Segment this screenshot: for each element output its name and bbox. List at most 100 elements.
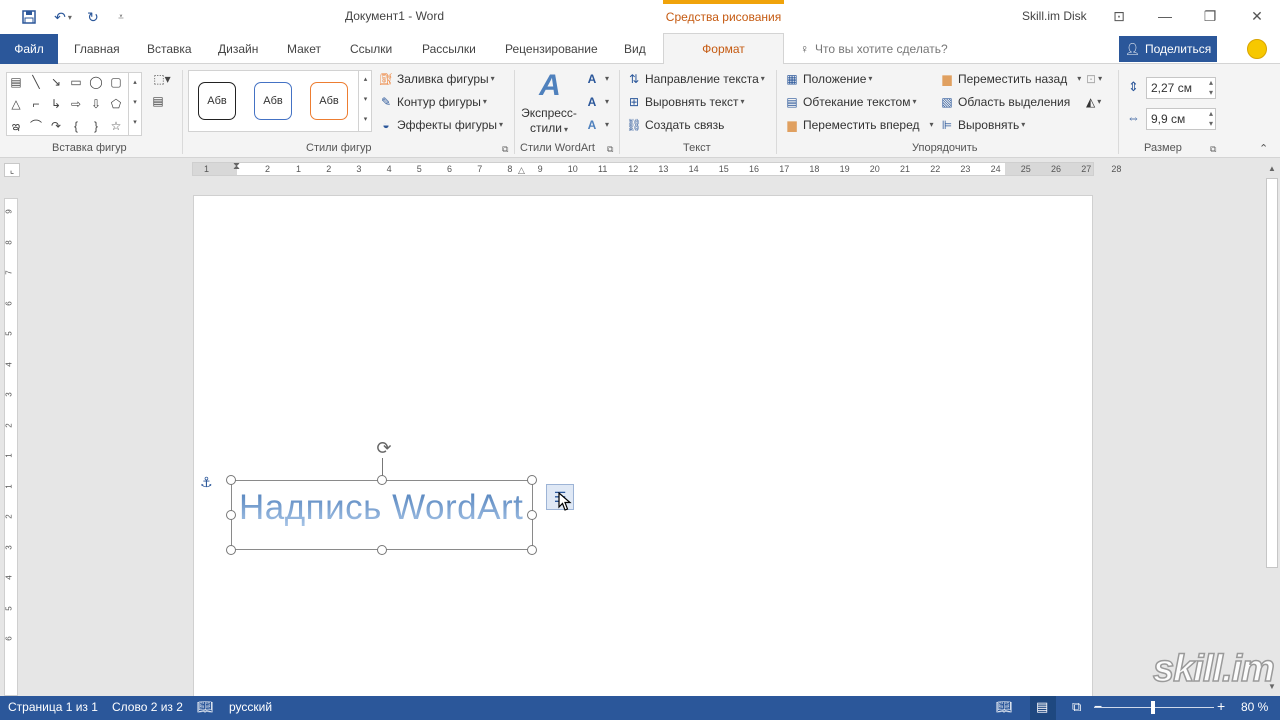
customize-qat-icon[interactable]: ⩡ — [114, 7, 128, 27]
redo-icon[interactable]: ↻ — [84, 7, 102, 27]
shape-width-input[interactable]: 9,9 см — [1146, 108, 1216, 130]
arrow-line-shape-icon[interactable]: ↘ — [49, 75, 63, 89]
tab-home[interactable]: Главная — [74, 34, 120, 64]
dialog-launcher-icon[interactable]: ⧉ — [502, 144, 508, 155]
position-button[interactable]: ▦ Положение ▾ — [784, 69, 872, 89]
language-indicator[interactable]: русский — [229, 700, 272, 714]
resize-handle-top-right[interactable] — [527, 475, 537, 485]
triangle-shape-icon[interactable]: △ — [9, 97, 23, 111]
resize-handle-bottom-right[interactable] — [527, 545, 537, 555]
minimize-icon[interactable]: — — [1153, 5, 1177, 27]
scrollbar-thumb[interactable] — [1266, 178, 1278, 568]
rectangle-shape-icon[interactable]: ▭ — [69, 75, 83, 89]
resize-handle-top[interactable] — [377, 475, 387, 485]
horizontal-ruler[interactable]: 1 2 1 2 3 4 5 6 7 8 9 10 11 12 13 14 15 16 17 18 19 20 21 22 23 2… — [192, 161, 1121, 176]
text-direction-button[interactable]: ⇅ Направление текста ▾ — [626, 69, 765, 89]
vertical-ruler[interactable]: 9 8 7 6 5 4 3 2 1 1 2 3 4 5 6 — [4, 198, 18, 696]
right-arrow-shape-icon[interactable]: ⇨ — [69, 97, 83, 111]
text-fill-button[interactable]: A ▾ — [584, 69, 609, 89]
text-outline-button[interactable]: A ▾ — [584, 92, 609, 112]
web-layout-icon[interactable]: ⧉ — [1072, 699, 1081, 715]
shapes-gallery-scroll[interactable]: ▴ ▾ ▾ — [128, 73, 141, 135]
resize-handle-bottom-left[interactable] — [226, 545, 236, 555]
dialog-launcher-icon[interactable]: ⧉ — [607, 144, 613, 155]
oval-shape-icon[interactable]: ◯ — [89, 75, 103, 89]
close-icon[interactable]: ✕ — [1245, 5, 1269, 27]
page-indicator[interactable]: Страница 1 из 1 — [8, 700, 98, 714]
shape-style-black[interactable]: Абв — [198, 82, 236, 120]
elbow-arrow-icon[interactable]: ↳ — [49, 97, 63, 111]
resize-handle-top-left[interactable] — [226, 475, 236, 485]
edit-shape-icon[interactable]: ⬚▾ — [150, 72, 174, 86]
bring-forward-button[interactable]: ▆ Переместить вперед ▾ — [784, 115, 933, 135]
right-brace-icon[interactable]: } — [89, 119, 103, 133]
dialog-launcher-icon[interactable]: ⧉ — [1210, 144, 1216, 155]
wordart-express-styles-icon[interactable]: A — [534, 70, 566, 102]
tab-references[interactable]: Ссылки — [350, 34, 392, 64]
tab-view[interactable]: Вид — [624, 34, 646, 64]
freeform-shape-icon[interactable]: ఇ — [9, 119, 23, 133]
arc-shape-icon[interactable]: ⌒ — [29, 119, 43, 133]
shape-outline-button[interactable]: ✎ Контур фигуры ▾ — [378, 92, 487, 112]
selection-pane-button[interactable]: ▧ Область выделения — [939, 92, 1070, 112]
tab-insert[interactable]: Вставка — [147, 34, 192, 64]
star-shape-icon[interactable]: ☆ — [109, 119, 123, 133]
shape-effects-button[interactable]: ◒ Эффекты фигуры ▾ — [378, 115, 503, 135]
zoom-level[interactable]: 80 % — [1241, 700, 1268, 714]
feedback-smiley-icon[interactable] — [1247, 39, 1267, 59]
draw-textbox-icon[interactable]: ▤ — [150, 94, 166, 108]
share-button[interactable]: 👤︎ Поделиться — [1119, 36, 1217, 62]
shape-style-blue[interactable]: Абв — [254, 82, 292, 120]
wrap-text-button[interactable]: ▤ Обтекание текстом ▾ — [784, 92, 916, 112]
elbow-connector-icon[interactable]: ⌐ — [29, 97, 43, 111]
zoom-in-icon[interactable]: + — [1217, 698, 1225, 714]
express-styles-button[interactable]: Экспресс-стили ▾ — [520, 106, 578, 137]
zoom-out-icon[interactable]: − — [1094, 698, 1102, 714]
rounded-rect-shape-icon[interactable]: ▢ — [109, 75, 123, 89]
align-button[interactable]: ⊫ Выровнять ▾ — [939, 115, 1025, 135]
shapes-gallery[interactable]: ▤ ╲ ↘ ▭ ◯ ▢ △ ⌐ ↳ ⇨ ⇩ ⬠ ఇ ⌒ ↷ { } ☆ ▴ ▾ ▾ — [6, 72, 142, 136]
account-name[interactable]: Skill.im Disk — [1022, 9, 1087, 23]
tab-review[interactable]: Рецензирование — [505, 34, 598, 64]
tab-mailings[interactable]: Рассылки — [422, 34, 476, 64]
word-count[interactable]: Слово 2 из 2 — [112, 700, 183, 714]
shape-style-orange[interactable]: Абв — [310, 82, 348, 120]
tab-selector[interactable]: ⌞ — [4, 163, 20, 177]
resize-handle-right[interactable] — [527, 510, 537, 520]
send-backward-button[interactable]: ▆ Переместить назад ▾ — [939, 69, 1081, 89]
save-icon[interactable] — [20, 7, 38, 27]
group-objects-icon[interactable]: ⊡ ▾ — [1086, 69, 1102, 89]
proofing-icon[interactable]: 📖︎ — [197, 699, 214, 715]
undo-icon[interactable]: ↶ ▾ — [48, 7, 78, 27]
rotate-handle-icon[interactable]: ⟳ — [373, 437, 395, 459]
down-arrow-shape-icon[interactable]: ⇩ — [89, 97, 103, 111]
create-link-button[interactable]: ⛓︎ Создать связь — [626, 115, 724, 135]
tab-layout[interactable]: Макет — [287, 34, 321, 64]
zoom-slider-thumb[interactable] — [1151, 701, 1155, 714]
tab-design[interactable]: Дизайн — [218, 34, 258, 64]
line-shape-icon[interactable]: ╲ — [29, 75, 43, 89]
scroll-up-icon[interactable]: ▲ — [1268, 164, 1276, 173]
collapse-ribbon-icon[interactable]: ⌃ — [1259, 142, 1268, 155]
align-text-button[interactable]: ⊞ Выровнять текст ▾ — [626, 92, 745, 112]
tab-file[interactable]: Файл — [0, 34, 58, 64]
tab-format[interactable]: Формат — [663, 33, 784, 65]
right-indent-marker-icon[interactable]: △ — [518, 165, 525, 176]
read-mode-icon[interactable]: 📖︎ — [996, 699, 1013, 715]
shape-height-input[interactable]: 2,27 см — [1146, 77, 1216, 99]
shape-fill-button[interactable]: ⛽︎ Заливка фигуры ▾ — [378, 69, 494, 89]
left-brace-icon[interactable]: { — [69, 119, 83, 133]
wordart-text[interactable]: Надпись WordArt — [239, 488, 523, 528]
ribbon-display-options-icon[interactable]: ⊡ — [1107, 5, 1131, 27]
vertical-scrollbar[interactable]: ▲ ▼ — [1264, 160, 1280, 696]
text-effects-button[interactable]: A ▾ — [584, 115, 609, 135]
print-layout-icon[interactable]: ▤ — [1036, 699, 1048, 715]
restore-icon[interactable]: ❐ — [1198, 5, 1222, 27]
rotate-objects-icon[interactable]: ◭ ▾ — [1086, 92, 1101, 112]
indent-marker-icon[interactable]: ⧗ — [233, 161, 240, 172]
shape-styles-scroll[interactable]: ▴ ▾ ▾ — [358, 70, 372, 132]
snip-shape-icon[interactable]: ⬠ — [109, 97, 123, 111]
document-page[interactable] — [193, 195, 1093, 700]
resize-handle-bottom[interactable] — [377, 545, 387, 555]
tell-me-search[interactable]: ♀ Что вы хотите сделать? — [800, 34, 948, 64]
